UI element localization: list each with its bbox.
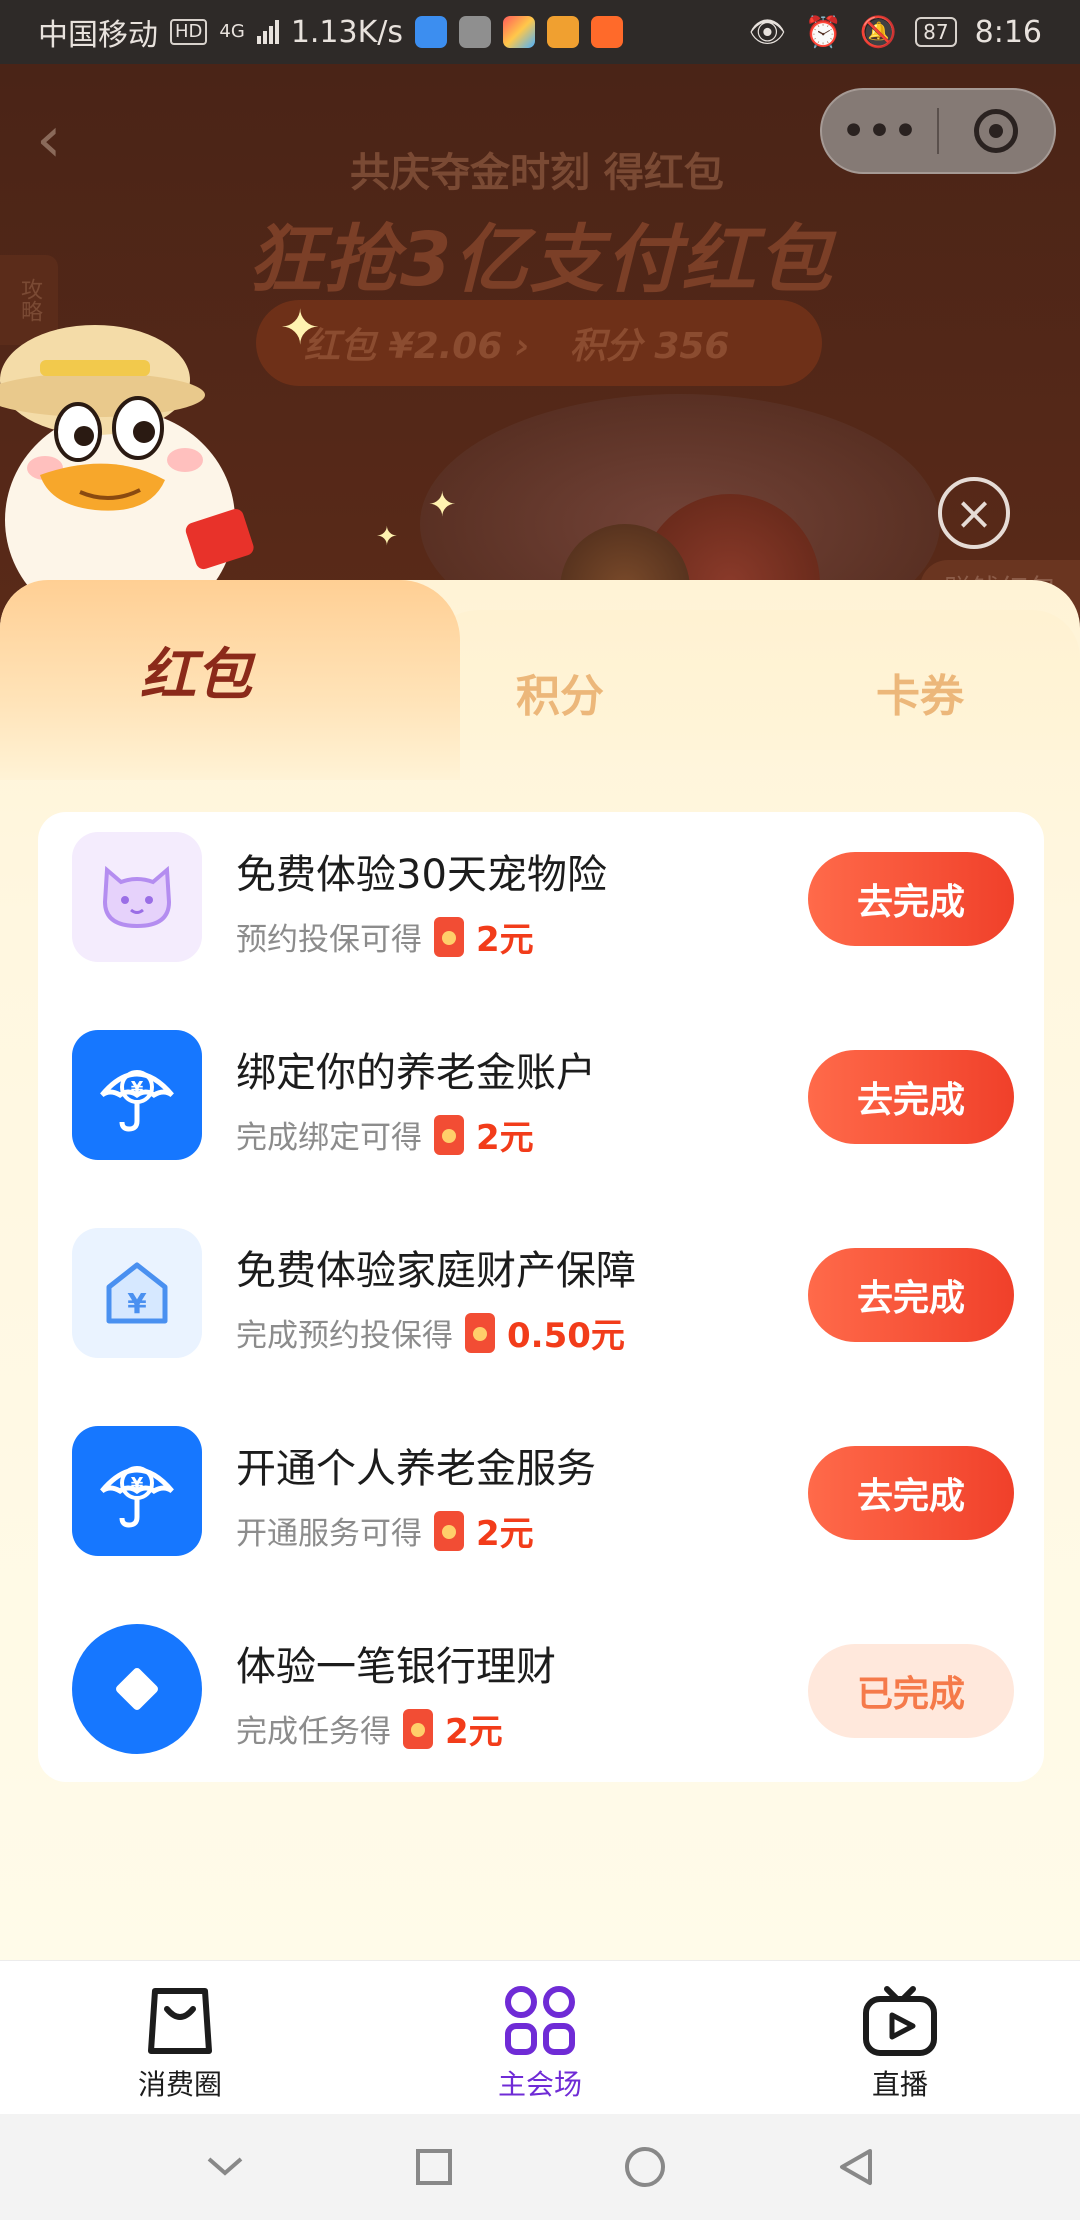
task-reward: 2元 xyxy=(476,1118,534,1158)
bg-subtitle: 共庆夺金时刻 得红包 xyxy=(350,150,724,196)
task-reward: 2元 xyxy=(476,920,534,960)
completed-button: 已完成 xyxy=(808,1644,1014,1738)
house-yuan-icon: ¥ xyxy=(72,1228,202,1358)
nav-item-live[interactable]: 直播 xyxy=(720,1961,1080,2114)
app-notification-icon xyxy=(547,16,580,48)
task-reward: 2元 xyxy=(476,1514,534,1554)
taobao-icon xyxy=(591,16,624,48)
duck-mascot-illustration xyxy=(0,325,254,630)
duck-mascot: ✦ ✦ ✦ xyxy=(0,300,457,630)
red-packet-icon xyxy=(434,916,464,957)
eye-icon: 👁 xyxy=(748,14,787,50)
mute-icon: 🔕 xyxy=(859,14,898,50)
nav-label: 消费圈 xyxy=(137,2068,222,2101)
bottom-nav: 消费圈 主会场 直播 xyxy=(0,1960,1080,2114)
network-speed: 1.13K/s xyxy=(290,14,404,50)
red-packet-icon xyxy=(434,1114,464,1155)
cat-shield-icon xyxy=(72,832,202,962)
task-title: 免费体验家庭财产保障 xyxy=(236,1248,636,1294)
exit-button[interactable] xyxy=(939,90,1054,172)
diamond-icon xyxy=(72,1624,202,1754)
bg-balance-bar: 红包 ¥2.06 › 积分 356 xyxy=(256,300,822,386)
task-row: 体验一笔银行理财 完成任务得 2元 已完成 xyxy=(38,1604,1044,1794)
red-packet-icon xyxy=(465,1312,495,1353)
mini-program-capsule: ••• xyxy=(820,88,1056,174)
carrier-label: 中国移动 xyxy=(38,18,158,53)
task-condition-text: 完成绑定可得 xyxy=(236,1120,422,1156)
task-condition-text: 开通服务可得 xyxy=(236,1516,422,1552)
rewards-tabs: 红包 积分 卡券 xyxy=(0,580,1080,780)
nav-label: 主会场 xyxy=(497,2068,582,2101)
task-condition-text: 预约投保可得 xyxy=(236,922,422,958)
svg-text:¥: ¥ xyxy=(131,1078,144,1099)
shopping-bag-icon xyxy=(148,1988,212,2054)
more-button[interactable]: ••• xyxy=(822,90,937,172)
nav-item-consumption-circle[interactable]: 消费圈 xyxy=(0,1961,360,2114)
task-title: 绑定你的养老金账户 xyxy=(236,1050,596,1096)
bg-title: 狂抢3亿支付红包 xyxy=(248,217,834,303)
task-reward: 0.50元 xyxy=(507,1316,625,1356)
task-row: ¥ 开通个人养老金服务 开通服务可得 2元 去完成 xyxy=(38,1406,1044,1596)
task-reward: 2元 xyxy=(445,1712,503,1752)
task-title: 免费体验30天宠物险 xyxy=(236,852,607,898)
task-condition: 开通服务可得 2元 xyxy=(236,1506,534,1555)
rewards-sheet: 红包 积分 卡券 免费体验30天宠物险 预约投保可得 2元 去完成 ¥ 绑定你的… xyxy=(0,580,1080,1960)
go-complete-button[interactable]: 去完成 xyxy=(808,1050,1014,1144)
go-complete-button[interactable]: 去完成 xyxy=(808,852,1014,946)
task-title: 体验一笔银行理财 xyxy=(236,1644,556,1690)
sparkle-icon: ✦ xyxy=(428,485,457,525)
recent-apps-icon[interactable] xyxy=(414,2147,454,2187)
svg-text:¥: ¥ xyxy=(131,1474,144,1495)
back-triangle-icon[interactable] xyxy=(836,2147,876,2187)
task-row: ¥ 免费体验家庭财产保障 完成预约投保得 0.50元 去完成 xyxy=(38,1208,1044,1398)
tab-coupons[interactable]: 卡券 xyxy=(876,660,964,724)
sparkle-icon: ✦ xyxy=(376,522,398,552)
pension-umbrella-icon: ¥ xyxy=(72,1030,202,1160)
target-icon xyxy=(974,109,1019,153)
home-icon[interactable] xyxy=(623,2145,667,2189)
nav-label: 直播 xyxy=(871,2068,928,2101)
task-list: 免费体验30天宠物险 预约投保可得 2元 去完成 ¥ 绑定你的养老金账户 完成绑… xyxy=(38,812,1044,1782)
status-bar: 中国移动 HD 4G 1.13K/s 👁 ⏰ 🔕 87 8:16 xyxy=(0,0,1080,64)
sparkle-icon: ✦ xyxy=(280,300,321,356)
chevron-down-icon[interactable] xyxy=(205,2155,245,2179)
app-notification-icon xyxy=(503,16,536,48)
pension-umbrella-icon: ¥ xyxy=(72,1426,202,1556)
battery-icon: 87 xyxy=(915,17,957,47)
task-row: ¥ 绑定你的养老金账户 完成绑定可得 2元 去完成 xyxy=(38,1010,1044,1200)
svg-text:¥: ¥ xyxy=(127,1287,147,1320)
system-nav-bar xyxy=(0,2114,1080,2220)
close-icon: × xyxy=(954,486,994,540)
task-condition: 完成预约投保得 0.50元 xyxy=(236,1308,625,1357)
app-notification-icon xyxy=(415,16,448,48)
bg-points-balance: 积分 356 xyxy=(569,326,730,367)
tab-redpacket[interactable]: 红包 xyxy=(140,630,252,711)
red-packet-icon xyxy=(403,1708,433,1749)
tab-points[interactable]: 积分 xyxy=(516,660,604,724)
red-packet-icon xyxy=(434,1510,464,1551)
back-icon[interactable]: ‹ xyxy=(36,108,62,172)
task-row: 免费体验30天宠物险 预约投保可得 2元 去完成 xyxy=(38,812,1044,1002)
grid-apps-icon xyxy=(505,1986,575,2055)
nav-item-main-venue[interactable]: 主会场 xyxy=(360,1961,720,2114)
signal-icon xyxy=(256,20,279,44)
network-type: 4G xyxy=(219,21,245,42)
tv-play-icon xyxy=(863,1986,937,2056)
clock: 8:16 xyxy=(974,14,1042,50)
close-button[interactable]: × xyxy=(938,477,1010,549)
app-notification-icon xyxy=(459,16,492,48)
task-title: 开通个人养老金服务 xyxy=(236,1446,596,1492)
task-condition: 预约投保可得 2元 xyxy=(236,912,534,961)
more-dots-icon: ••• xyxy=(840,105,919,157)
task-condition: 完成任务得 2元 xyxy=(236,1704,503,1753)
go-complete-button[interactable]: 去完成 xyxy=(808,1248,1014,1342)
task-condition-text: 完成任务得 xyxy=(236,1714,391,1750)
go-complete-button[interactable]: 去完成 xyxy=(808,1446,1014,1540)
task-condition-text: 完成预约投保得 xyxy=(236,1318,453,1354)
bg-redpacket-balance: 红包 ¥2.06 › xyxy=(304,326,530,367)
task-condition: 完成绑定可得 2元 xyxy=(236,1110,534,1159)
hd-badge: HD xyxy=(170,19,208,45)
alarm-icon: ⏰ xyxy=(804,14,842,50)
